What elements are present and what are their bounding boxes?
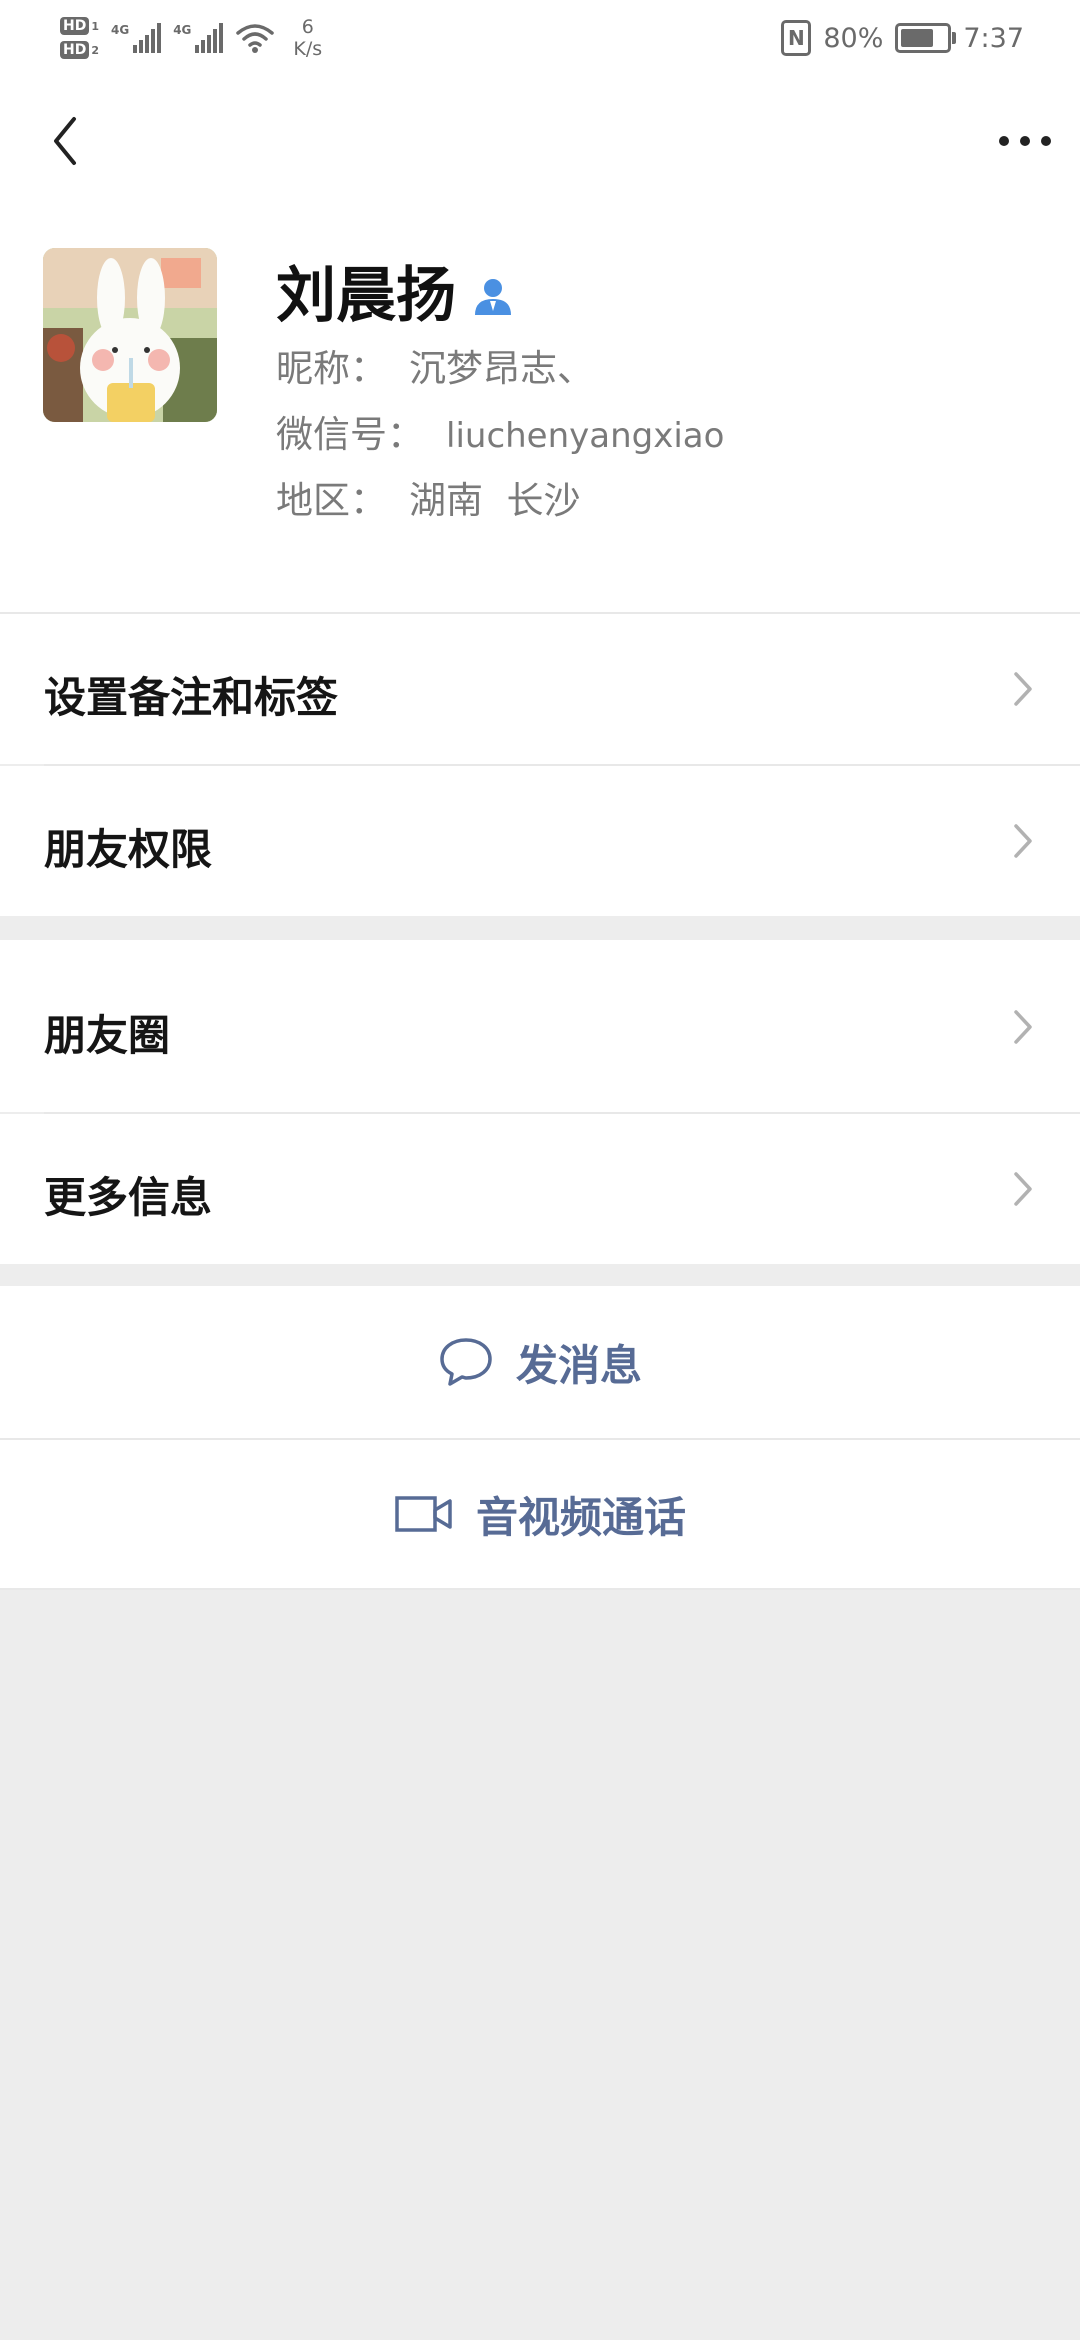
row-friend-permissions-label: 朋友权限 [44, 825, 213, 874]
row-friend-permissions[interactable]: 朋友权限 [0, 766, 1080, 916]
send-message-button[interactable]: 发消息 [0, 1286, 1080, 1438]
signal-sim1-icon: 4G [111, 23, 162, 53]
nickname-label: 昵称： [276, 347, 387, 390]
nfc-icon: N [781, 20, 812, 56]
chevron-right-icon [1014, 672, 1032, 706]
more-button[interactable] [990, 106, 1060, 176]
battery-icon [895, 23, 957, 53]
hd-indicators: HD 1 HD 2 [60, 17, 99, 59]
chevron-right-icon [1014, 1010, 1032, 1044]
divider [0, 1588, 1080, 1590]
sim1-network-label: 4G [111, 23, 130, 37]
ellipsis-icon [999, 136, 1051, 146]
clock: 7:37 [963, 22, 1024, 54]
chevron-left-icon [54, 117, 76, 165]
speed-unit: K/s [293, 38, 323, 60]
video-call-button[interactable]: 音视频通话 [0, 1440, 1080, 1588]
hd1-sub: 1 [91, 19, 99, 33]
hd2-sub: 2 [91, 43, 99, 57]
region-row: 地区： 湖南 长沙 [276, 476, 581, 526]
hd1-badge: HD [60, 17, 90, 35]
wechat-id-row: 微信号： liuchenyangxiao [276, 410, 724, 461]
nav-bar [0, 76, 1080, 206]
wechat-id-label: 微信号： [276, 413, 424, 456]
person-icon [475, 279, 511, 315]
chevron-right-icon [1014, 824, 1032, 858]
nickname-row: 昵称： 沉梦昂志、 [276, 344, 594, 394]
send-message-label: 发消息 [515, 1340, 642, 1390]
row-moments-label: 朋友圈 [44, 1011, 171, 1060]
battery-percent: 80% [823, 22, 884, 54]
profile-card: 刘晨扬 昵称： 沉梦昂志、 微信号： liuchenyangxiao 地区： 湖南 长… [0, 206, 1080, 612]
row-set-remark-tags[interactable]: 设置备注和标签 [0, 614, 1080, 764]
speed-value: 6 [301, 16, 314, 38]
wechat-id-value[interactable]: liuchenyangxiao [446, 416, 724, 456]
avatar[interactable] [43, 248, 217, 422]
hd2-badge: HD [60, 41, 90, 59]
video-camera-icon [395, 1496, 452, 1532]
wifi-icon [236, 24, 275, 53]
row-more-info[interactable]: 更多信息 [0, 1114, 1080, 1264]
row-more-info-label: 更多信息 [44, 1173, 213, 1222]
signal-sim2-icon: 4G [173, 23, 224, 53]
row-set-remark-tags-label: 设置备注和标签 [44, 673, 339, 722]
back-button[interactable] [30, 106, 100, 176]
row-moments[interactable]: 朋友圈 [0, 940, 1080, 1112]
network-speed: 6 K/s [293, 16, 322, 60]
nickname-value: 沉梦昂志、 [409, 347, 594, 390]
avatar-image [43, 248, 217, 422]
contact-name: 刘晨扬 [276, 261, 456, 331]
region-value: 湖南 长沙 [409, 479, 581, 522]
sim2-network-label: 4G [173, 23, 192, 37]
chevron-right-icon [1014, 1172, 1032, 1206]
chat-bubble-icon [440, 1338, 492, 1386]
status-bar: HD 1 HD 2 4G 4G 6 K/s N 80% 7:37 [0, 0, 1080, 76]
video-call-label: 音视频通话 [475, 1492, 686, 1542]
region-label: 地区： [276, 479, 387, 522]
